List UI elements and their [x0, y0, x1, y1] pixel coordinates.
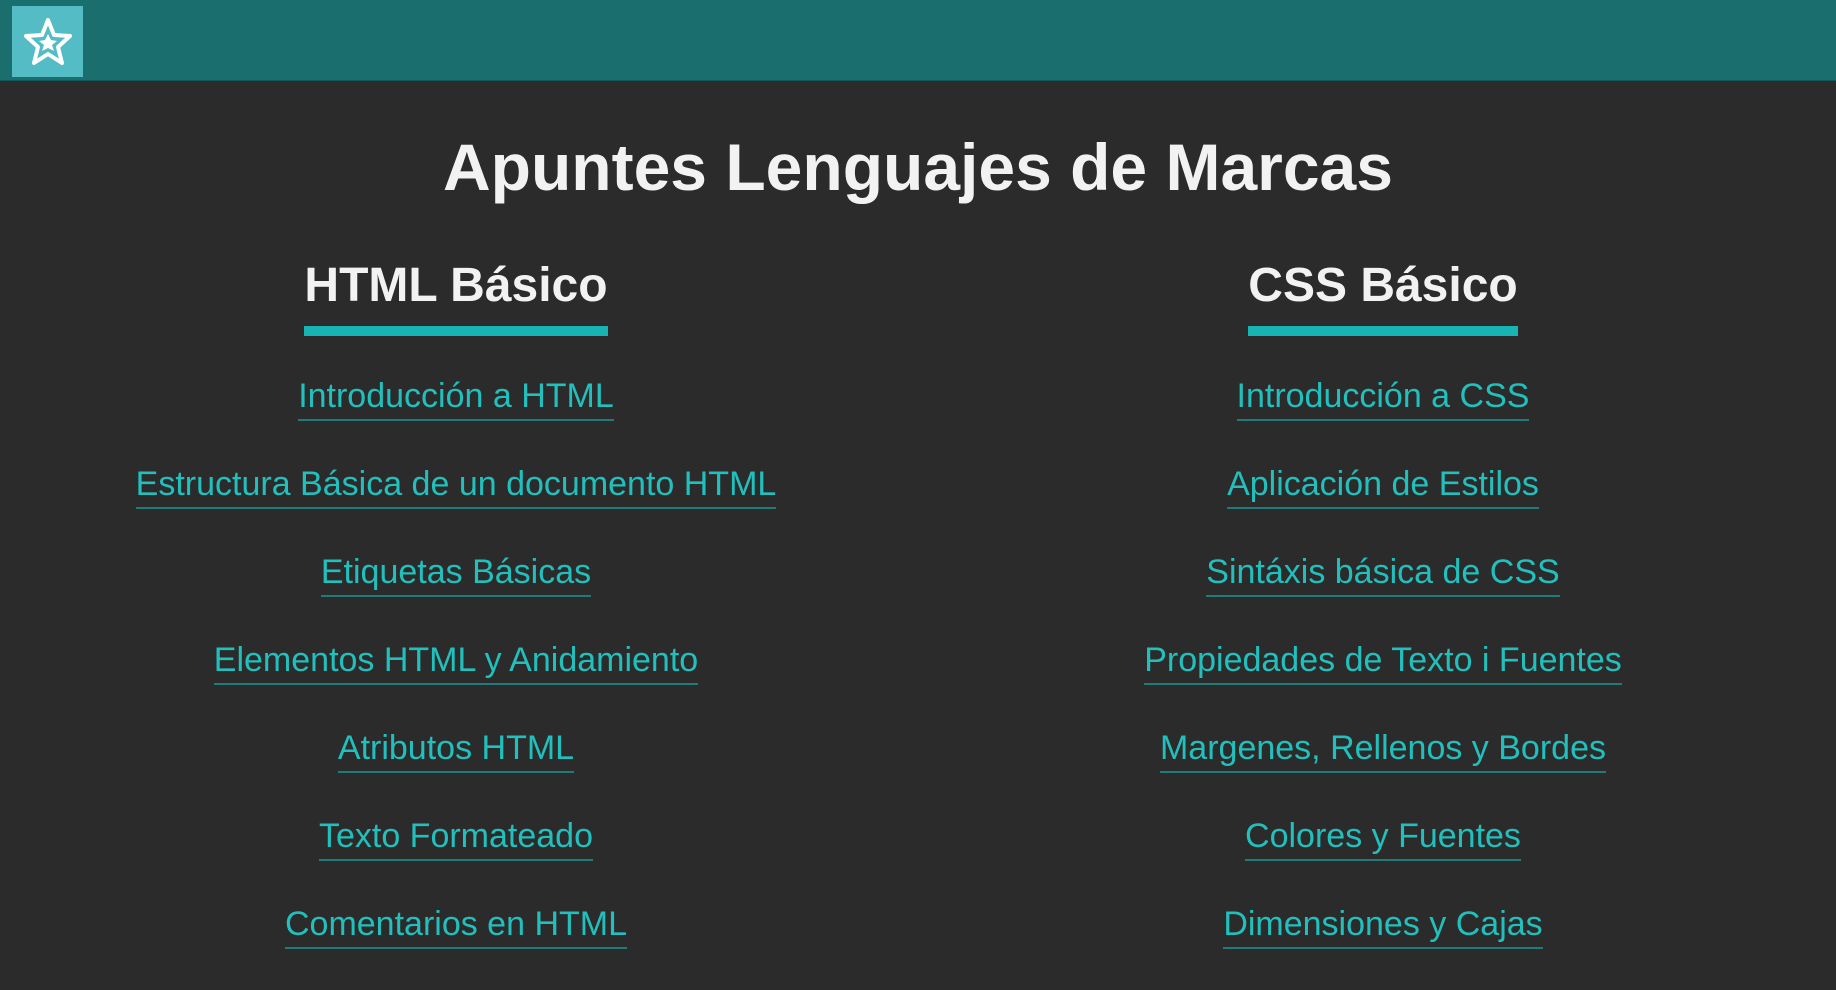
top-navbar — [0, 0, 1836, 81]
section-css-basico: CSS Básico Introducción a CSS Aplicación… — [983, 252, 1783, 990]
list-item: Texto Formateado — [318, 814, 593, 902]
list-item: Sintáxis básica de CSS — [1206, 550, 1560, 638]
list-item: Colores y Fuentes — [1245, 814, 1521, 902]
link-atributos-html[interactable]: Atributos HTML — [337, 726, 575, 773]
link-introduccion-html[interactable]: Introducción a HTML — [298, 374, 614, 421]
list-item: Atributos HTML — [337, 726, 575, 814]
list-item: Estructura Básica de un documento HTML — [135, 462, 777, 550]
list-item: Aplicación de Estilos — [1227, 462, 1539, 550]
link-introduccion-css[interactable]: Introducción a CSS — [1236, 374, 1530, 421]
css-links-list: Introducción a CSS Aplicación de Estilos… — [1144, 374, 1622, 990]
star-icon — [23, 17, 72, 65]
section-heading-css: CSS Básico — [1248, 252, 1518, 336]
link-elementos-anidamiento[interactable]: Elementos HTML y Anidamiento — [213, 638, 699, 685]
html-links-list: Introducción a HTML Estructura Básica de… — [135, 374, 777, 990]
link-texto-formateado[interactable]: Texto Formateado — [318, 814, 593, 861]
link-colores-fuentes[interactable]: Colores y Fuentes — [1245, 814, 1521, 861]
page-title: Apuntes Lenguajes de Marcas — [443, 130, 1393, 204]
link-sintaxis-css[interactable]: Sintáxis básica de CSS — [1206, 550, 1560, 597]
link-comentarios-html[interactable]: Comentarios en HTML — [284, 902, 627, 949]
section-html-basico: HTML Básico Introducción a HTML Estructu… — [56, 252, 856, 990]
section-heading-html: HTML Básico — [304, 252, 608, 336]
list-item: Comentarios en HTML — [284, 902, 627, 990]
home-logo-button[interactable] — [12, 6, 83, 77]
link-estructura-basica[interactable]: Estructura Básica de un documento HTML — [135, 462, 777, 509]
list-item: Elementos HTML y Anidamiento — [213, 638, 699, 726]
list-item: Margenes, Rellenos y Bordes — [1159, 726, 1606, 814]
list-item: Introducción a HTML — [298, 374, 614, 462]
link-dimensiones-cajas[interactable]: Dimensiones y Cajas — [1223, 902, 1543, 949]
list-item: Etiquetas Básicas — [320, 550, 592, 638]
link-aplicacion-estilos[interactable]: Aplicación de Estilos — [1227, 462, 1539, 509]
link-etiquetas-basicas[interactable]: Etiquetas Básicas — [320, 550, 592, 597]
link-margenes-rellenos[interactable]: Margenes, Rellenos y Bordes — [1159, 726, 1606, 773]
list-item: Propiedades de Texto i Fuentes — [1144, 638, 1622, 726]
list-item: Dimensiones y Cajas — [1223, 902, 1543, 990]
list-item: Introducción a CSS — [1236, 374, 1530, 462]
link-propiedades-texto[interactable]: Propiedades de Texto i Fuentes — [1144, 638, 1622, 685]
